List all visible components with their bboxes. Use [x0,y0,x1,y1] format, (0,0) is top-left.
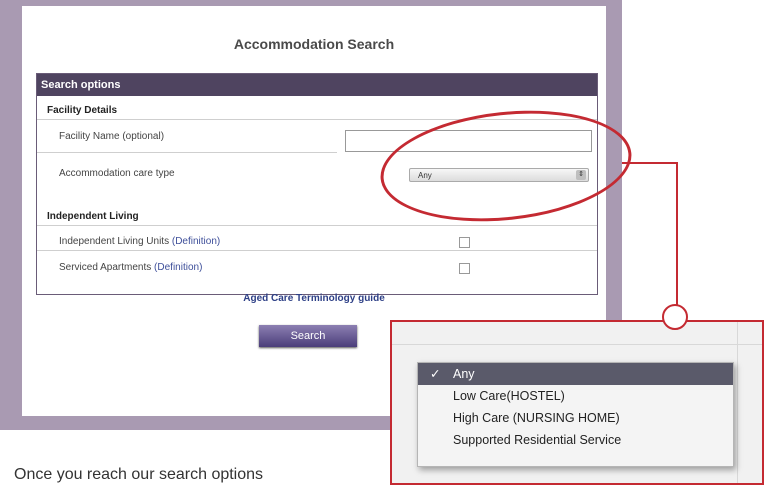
independent-living-heading: Independent Living [47,211,139,222]
dropdown-zoom-callout: ✓ Any Low Care(HOSTEL) High Care (NURSIN… [390,320,764,485]
facility-name-label: Facility Name (optional) [59,131,165,142]
serviced-apartments-checkbox[interactable] [459,263,470,274]
dropdown-option-supported-residential[interactable]: Supported Residential Service [418,429,733,451]
definition-link[interactable]: (Definition) [172,236,220,247]
serviced-apartments-row: Serviced Apartments (Definition) [59,262,202,273]
care-type-label: Accommodation care type [59,168,175,179]
divider [37,250,597,251]
callout-line [622,162,678,164]
search-button[interactable]: Search [259,325,357,347]
dropdown-option-label: Supported Residential Service [453,433,622,447]
dropdown-option-label: Low Care(HOSTEL) [453,389,565,403]
caption-text: Once you reach our search options [14,466,264,483]
dropdown-option-low-care[interactable]: Low Care(HOSTEL) [418,385,733,407]
definition-link[interactable]: (Definition) [154,262,202,273]
care-type-dropdown-menu: ✓ Any Low Care(HOSTEL) High Care (NURSIN… [417,362,734,467]
callout-knob [662,304,688,330]
callout-line [676,162,678,305]
checkmark-icon: ✓ [430,367,441,381]
divider [37,152,337,153]
dropdown-option-any[interactable]: ✓ Any [418,363,733,385]
dropdown-option-label: Any [453,367,475,381]
divider [737,322,738,483]
divider [37,225,597,226]
facility-details-heading: Facility Details [47,105,118,116]
independent-living-units-label: Independent Living Units [59,236,170,247]
divider [392,344,762,345]
independent-living-units-row: Independent Living Units (Definition) [59,236,220,247]
dropdown-option-high-care[interactable]: High Care (NURSING HOME) [418,407,733,429]
serviced-apartments-label: Serviced Apartments [59,262,152,273]
page-title: Accommodation Search [233,36,395,52]
terminology-guide-link[interactable]: Aged Care Terminology guide [22,293,606,304]
independent-living-units-checkbox[interactable] [459,237,470,248]
dropdown-option-label: High Care (NURSING HOME) [453,411,620,425]
search-options-header: Search options [37,74,597,96]
